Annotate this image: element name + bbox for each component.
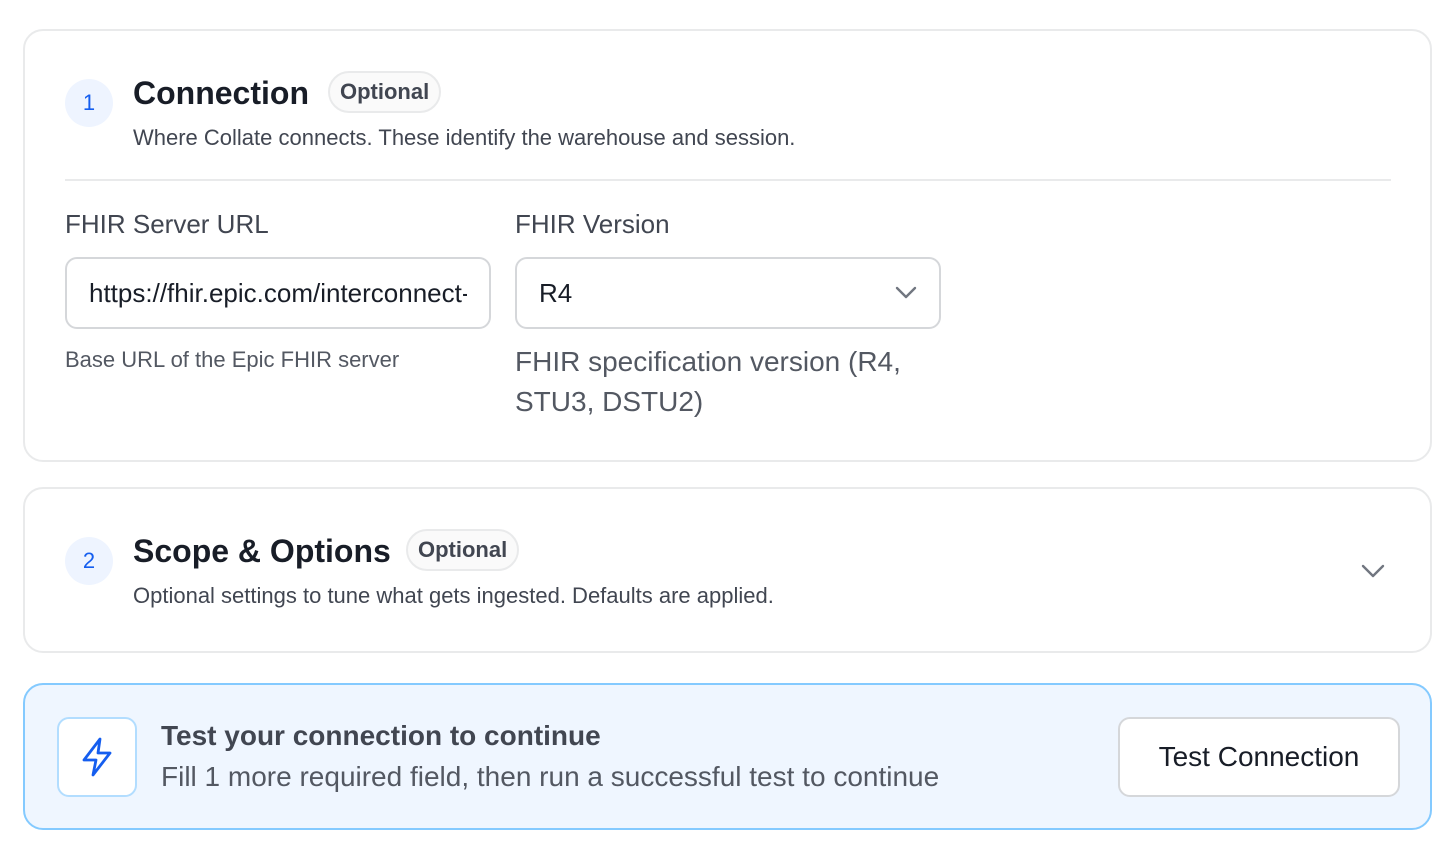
fhir-server-url-hint: Base URL of the Epic FHIR server bbox=[65, 347, 400, 372]
banner-title: Test your connection to continue bbox=[161, 720, 601, 751]
fhir-version-label: FHIR Version bbox=[515, 209, 670, 239]
optional-badge: Optional bbox=[328, 71, 442, 113]
step-number-badge: 2 bbox=[65, 537, 113, 585]
lightning-bolt-icon bbox=[57, 717, 137, 797]
scope-options-section[interactable]: 2 Scope & Options Optional Optional sett… bbox=[23, 487, 1432, 653]
section-description: Where Collate connects. These identify t… bbox=[133, 125, 796, 150]
fhir-version-selected-value: R4 bbox=[539, 277, 573, 308]
connection-section: 1 Connection Optional Where Collate conn… bbox=[23, 29, 1432, 462]
fhir-version-select[interactable]: R4 bbox=[515, 257, 941, 329]
fhir-server-url-label: FHIR Server URL bbox=[65, 209, 269, 239]
test-connection-banner: Test your connection to continue Fill 1 … bbox=[23, 683, 1432, 830]
fhir-server-url-input[interactable] bbox=[65, 257, 491, 329]
section-divider bbox=[65, 179, 1391, 181]
test-connection-button[interactable]: Test Connection bbox=[1118, 717, 1400, 797]
optional-badge: Optional bbox=[406, 529, 520, 571]
section-title: Connection bbox=[133, 75, 309, 111]
section-description: Optional settings to tune what gets inge… bbox=[133, 583, 774, 608]
chevron-down-icon bbox=[895, 286, 917, 300]
fhir-version-hint: FHIR specification version (R4, STU3, DS… bbox=[515, 346, 901, 417]
banner-subtitle: Fill 1 more required field, then run a s… bbox=[161, 761, 940, 792]
step-number-badge: 1 bbox=[65, 79, 113, 127]
expand-chevron-icon[interactable] bbox=[1361, 564, 1385, 578]
section-title: Scope & Options bbox=[133, 533, 391, 569]
